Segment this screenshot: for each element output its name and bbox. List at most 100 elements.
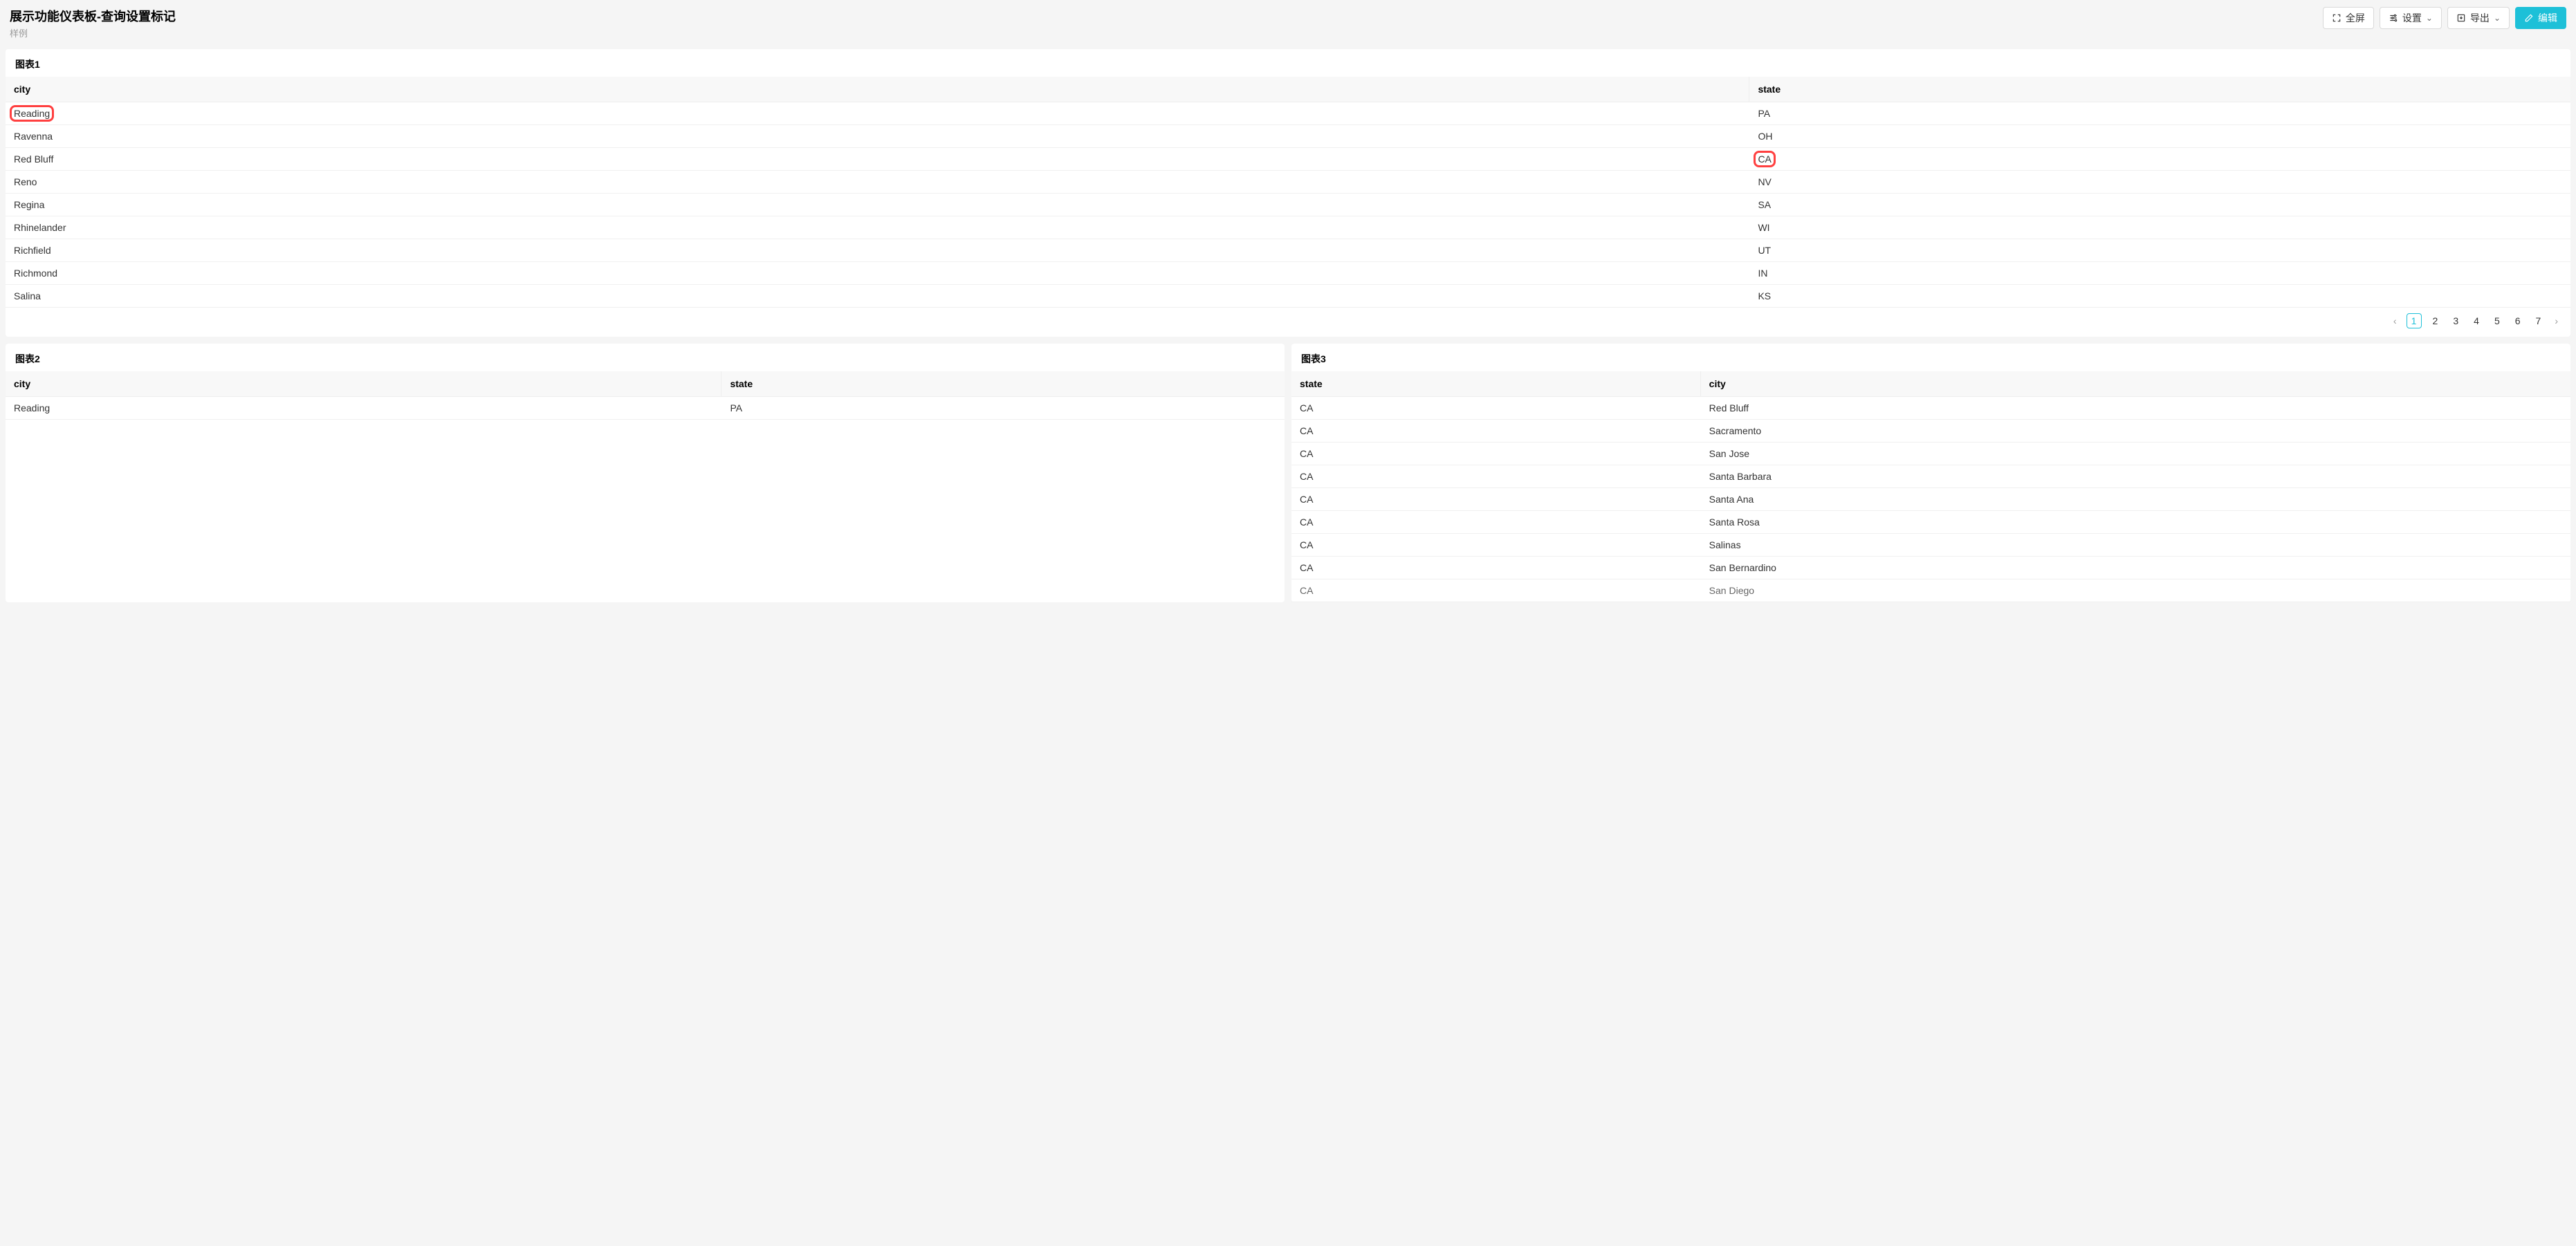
edit-label: 编辑 bbox=[2538, 11, 2557, 25]
page-header: 展示功能仪表板-查询设置标记 样例 全屏 设置 ⌄ 导出 ⌄ bbox=[0, 0, 2576, 44]
cell-state: CA bbox=[1291, 579, 1701, 602]
cell-state: WI bbox=[1749, 216, 2570, 239]
cell-city: Red Bluff bbox=[1701, 397, 2570, 419]
cell-state: CA bbox=[1291, 465, 1701, 487]
pager-page-3[interactable]: 3 bbox=[2449, 315, 2463, 326]
table-row[interactable]: CASalinas bbox=[1291, 534, 2570, 557]
cell-city: San Diego bbox=[1701, 579, 2570, 602]
chart1-col-state[interactable]: state bbox=[1749, 77, 2570, 102]
cell-city: San Jose bbox=[1701, 443, 2570, 465]
cell-city: Sacramento bbox=[1701, 420, 2570, 442]
cell-state: OH bbox=[1749, 125, 2570, 147]
export-icon bbox=[2456, 13, 2466, 23]
table-row[interactable]: CARed Bluff bbox=[1291, 397, 2570, 420]
export-button[interactable]: 导出 ⌄ bbox=[2447, 7, 2510, 29]
cell-state: CA bbox=[1291, 397, 1701, 419]
cell-state: IN bbox=[1749, 262, 2570, 284]
pager-next[interactable]: › bbox=[2552, 314, 2561, 328]
cell-state: NV bbox=[1749, 171, 2570, 193]
cell-state: CA bbox=[1291, 420, 1701, 442]
cell-city: Richmond bbox=[6, 262, 1749, 284]
chevron-down-icon: ⌄ bbox=[2426, 13, 2433, 23]
cell-state: UT bbox=[1749, 239, 2570, 261]
cell-state: CA bbox=[1291, 488, 1701, 510]
filter-settings-icon bbox=[2389, 13, 2398, 23]
table-row[interactable]: CASanta Rosa bbox=[1291, 511, 2570, 534]
chart2-col-state[interactable]: state bbox=[721, 371, 1285, 396]
cell-city: Rhinelander bbox=[6, 216, 1749, 239]
pager-page-4[interactable]: 4 bbox=[2469, 315, 2483, 326]
chart3-col-state[interactable]: state bbox=[1291, 371, 1701, 396]
cell-city: Santa Ana bbox=[1701, 488, 2570, 510]
pager-page-5[interactable]: 5 bbox=[2490, 315, 2504, 326]
chart3-title: 图表3 bbox=[1291, 344, 2570, 371]
chart3-col-city[interactable]: city bbox=[1701, 371, 2570, 396]
export-label: 导出 bbox=[2470, 11, 2490, 25]
cell-state: CA bbox=[1291, 557, 1701, 579]
chart2-header-row: city state bbox=[6, 371, 1285, 397]
pager-page-7[interactable]: 7 bbox=[2532, 315, 2546, 326]
cell-city: Salina bbox=[6, 285, 1749, 307]
table-row[interactable]: SalinaKS bbox=[6, 285, 2570, 308]
chart1-title: 图表1 bbox=[6, 49, 2570, 77]
settings-button[interactable]: 设置 ⌄ bbox=[2380, 7, 2442, 29]
table-row[interactable]: CASacramento bbox=[1291, 420, 2570, 443]
cell-state: CA bbox=[1291, 534, 1701, 556]
table-row[interactable]: ReginaSA bbox=[6, 194, 2570, 216]
page-subtitle: 样例 bbox=[10, 26, 176, 39]
cell-state: PA bbox=[1749, 102, 2570, 124]
chart2-title: 图表2 bbox=[6, 344, 1285, 371]
cell-state: SA bbox=[1749, 194, 2570, 216]
table-row[interactable]: CASanta Ana bbox=[1291, 488, 2570, 511]
table-row[interactable]: RichmondIN bbox=[6, 262, 2570, 285]
pager-prev[interactable]: ‹ bbox=[2391, 314, 2400, 328]
cell-city: Santa Barbara bbox=[1701, 465, 2570, 487]
highlight-city: Reading bbox=[14, 108, 50, 119]
cell-city: Richfield bbox=[6, 239, 1749, 261]
highlight-state: CA bbox=[1758, 154, 1771, 165]
fullscreen-label: 全屏 bbox=[2346, 11, 2365, 25]
table-row[interactable]: RavennaOH bbox=[6, 125, 2570, 148]
cell-state: KS bbox=[1749, 285, 2570, 307]
cell-state: PA bbox=[721, 397, 1285, 419]
pager-page-2[interactable]: 2 bbox=[2429, 315, 2442, 326]
table-row[interactable]: CASanta Barbara bbox=[1291, 465, 2570, 488]
table-row[interactable]: ReadingPA bbox=[6, 397, 1285, 420]
cell-state: CA bbox=[1291, 511, 1701, 533]
page-title: 展示功能仪表板-查询设置标记 bbox=[10, 7, 176, 25]
chart1-body: Reading PARavennaOHRed Bluff CA RenoNVRegin… bbox=[6, 102, 2570, 308]
chart2-col-city[interactable]: city bbox=[6, 371, 721, 396]
chart3-header-row: state city bbox=[1291, 371, 2570, 397]
cell-city: Regina bbox=[6, 194, 1749, 216]
table-row[interactable]: CASan Diego bbox=[1291, 579, 2570, 602]
cell-state: CA bbox=[1749, 148, 2570, 170]
cell-city: Reading bbox=[6, 397, 721, 419]
chart3-panel: 图表3 state city CARed BluffCASacramentoCA… bbox=[1291, 344, 2570, 602]
edit-button[interactable]: 编辑 bbox=[2515, 7, 2566, 29]
table-row[interactable]: Red Bluff CA bbox=[6, 148, 2570, 171]
table-row[interactable]: CASan Bernardino bbox=[1291, 557, 2570, 579]
chart2-body: ReadingPA bbox=[6, 397, 1285, 420]
cell-city: Red Bluff bbox=[6, 148, 1749, 170]
chart1-panel: 图表1 city state Reading PARavennaOHRed Blu… bbox=[6, 49, 2570, 337]
chart1-pager: ‹ 1234567 › bbox=[6, 308, 2570, 337]
pager-page-6[interactable]: 6 bbox=[2511, 315, 2525, 326]
chart2-panel: 图表2 city state ReadingPA bbox=[6, 344, 1285, 602]
table-row[interactable]: CASan Jose bbox=[1291, 443, 2570, 465]
fullscreen-button[interactable]: 全屏 bbox=[2323, 7, 2374, 29]
chart1-header-row: city state bbox=[6, 77, 2570, 102]
table-row[interactable]: RichfieldUT bbox=[6, 239, 2570, 262]
table-row[interactable]: RenoNV bbox=[6, 171, 2570, 194]
cell-city: Salinas bbox=[1701, 534, 2570, 556]
cell-state: CA bbox=[1291, 443, 1701, 465]
pager-page-1[interactable]: 1 bbox=[2407, 313, 2422, 328]
chevron-down-icon: ⌄ bbox=[2494, 13, 2501, 23]
chart1-col-city[interactable]: city bbox=[6, 77, 1749, 102]
table-row[interactable]: Reading PA bbox=[6, 102, 2570, 125]
cell-city: Reno bbox=[6, 171, 1749, 193]
cell-city: Ravenna bbox=[6, 125, 1749, 147]
cell-city: Santa Rosa bbox=[1701, 511, 2570, 533]
chart3-body: CARed BluffCASacramentoCASan JoseCASanta… bbox=[1291, 397, 2570, 602]
table-row[interactable]: RhinelanderWI bbox=[6, 216, 2570, 239]
title-block: 展示功能仪表板-查询设置标记 样例 bbox=[10, 7, 176, 39]
